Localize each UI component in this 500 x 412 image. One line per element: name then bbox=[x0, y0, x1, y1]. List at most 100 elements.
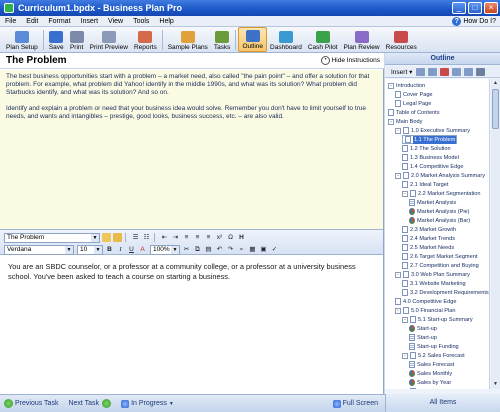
scroll-thumb[interactable] bbox=[492, 89, 499, 129]
outline-item[interactable]: Market Analysis (Pie) bbox=[409, 207, 470, 216]
outline-item[interactable]: 1.2 The Solution bbox=[402, 144, 451, 153]
outline-item[interactable]: Market Analysis bbox=[409, 198, 456, 207]
outline-item[interactable]: 2.6 Target Market Segment bbox=[402, 252, 477, 261]
dashboard-button[interactable]: Dashboard bbox=[267, 27, 305, 52]
reports-button[interactable]: Reports bbox=[131, 27, 160, 52]
outline-item[interactable]: - 5.3 Projected Profit and Loss bbox=[402, 387, 489, 389]
resources-button[interactable]: Resources bbox=[383, 27, 420, 52]
decrease-indent-icon[interactable]: ⇤ bbox=[160, 233, 169, 242]
outline-item[interactable]: Start-up Funding bbox=[409, 342, 459, 351]
outline-item[interactable]: - 2.2 Market Segmentation bbox=[402, 189, 481, 198]
copy-topic-icon[interactable] bbox=[428, 67, 438, 76]
collapse-toggle-icon[interactable]: - bbox=[402, 316, 408, 323]
bullet-list-icon[interactable]: ☷ bbox=[142, 233, 151, 242]
scroll-up-icon[interactable]: ▲ bbox=[492, 80, 499, 87]
insert-button[interactable]: Insert ▾ bbox=[391, 68, 412, 76]
hide-instructions-button[interactable]: ◔ Hide Instructions bbox=[320, 56, 380, 65]
plan-setup-button[interactable]: Plan Setup bbox=[3, 27, 41, 52]
align-left-icon[interactable]: ≡ bbox=[182, 233, 191, 242]
paste-icon[interactable]: ▤ bbox=[204, 245, 213, 254]
scroll-down-icon[interactable]: ▼ bbox=[492, 381, 499, 388]
cut-icon[interactable]: ✂ bbox=[182, 245, 191, 254]
all-items-button[interactable]: All Items bbox=[385, 394, 500, 412]
outline-item[interactable]: 2.7 Competition and Buying bbox=[402, 261, 479, 270]
previous-task-button[interactable]: Previous Task bbox=[4, 399, 58, 408]
full-screen-button[interactable]: Full Screen bbox=[332, 399, 378, 408]
bold-button[interactable]: B bbox=[105, 245, 114, 254]
outline-item[interactable]: 3.2 Development Requirements bbox=[402, 288, 489, 297]
outline-item[interactable]: Market Analysis (Bar) bbox=[409, 216, 470, 225]
outline-item[interactable]: 3.1 Website Marketing bbox=[402, 279, 466, 288]
delete-topic-icon[interactable] bbox=[440, 67, 450, 76]
collapse-toggle-icon[interactable]: - bbox=[395, 172, 401, 179]
numbered-list-icon[interactable]: ☰ bbox=[131, 233, 140, 242]
underline-button[interactable]: U bbox=[127, 245, 136, 254]
next-task-button[interactable]: Next Task bbox=[68, 399, 113, 408]
outline-item[interactable]: Start-up bbox=[409, 333, 437, 342]
align-right-icon[interactable]: ≡ bbox=[204, 233, 213, 242]
outline-item[interactable]: 1.4 Competitive Edge bbox=[402, 162, 463, 171]
outline-item[interactable]: Start-up bbox=[409, 324, 437, 333]
outline-item[interactable]: - 5.0 Financial Plan bbox=[395, 306, 455, 315]
print-button[interactable]: Print bbox=[67, 27, 87, 52]
how-do-i-link[interactable]: ? How Do I? bbox=[452, 16, 496, 26]
outline-item[interactable]: Sales Monthly bbox=[409, 369, 452, 378]
undo-icon[interactable]: ↶ bbox=[215, 245, 224, 254]
topic-properties-icon[interactable] bbox=[464, 67, 474, 76]
outline-item[interactable]: - 3.0 Web Plan Summary bbox=[395, 270, 470, 279]
menu-tools[interactable]: Tools bbox=[128, 18, 154, 25]
outline-menu-icon[interactable] bbox=[476, 67, 486, 76]
add-topic-icon[interactable] bbox=[416, 67, 426, 76]
outline-item[interactable]: - 1.0 Executive Summary bbox=[395, 126, 470, 135]
size-select[interactable]: 10 ▼ bbox=[77, 244, 103, 255]
outline-item[interactable]: Legal Page bbox=[395, 99, 431, 108]
outline-item[interactable]: 4.0 Competitive Edge bbox=[395, 297, 456, 306]
table-icon[interactable]: ▦ bbox=[248, 245, 257, 254]
align-center-icon[interactable]: ≡ bbox=[193, 233, 202, 242]
outline-scrollbar[interactable]: ▲ ▼ bbox=[491, 79, 500, 389]
outline-item[interactable]: 1.1 The Problem bbox=[402, 135, 458, 144]
font-color-icon[interactable]: A bbox=[138, 245, 147, 254]
collapse-toggle-icon[interactable]: - bbox=[395, 271, 401, 278]
folder-icon[interactable] bbox=[113, 233, 122, 242]
outline-item[interactable]: 2.1 Ideal Target bbox=[402, 180, 448, 189]
image-icon[interactable]: ▣ bbox=[259, 245, 268, 254]
tasks-button[interactable]: Tasks bbox=[211, 27, 234, 52]
plan-review-button[interactable]: Plan Review bbox=[340, 27, 382, 52]
collapse-toggle-icon[interactable]: - bbox=[388, 82, 394, 89]
omega-icon[interactable]: Ω bbox=[226, 233, 235, 242]
outline-item[interactable]: - Introduction bbox=[388, 81, 425, 90]
move-topic-icon[interactable] bbox=[452, 67, 462, 76]
close-button[interactable]: × bbox=[484, 2, 498, 14]
zoom-select[interactable]: 100% ▼ bbox=[150, 244, 180, 255]
text-editor[interactable]: You are an SBDC counselor, or a professo… bbox=[0, 256, 383, 394]
font-select[interactable]: Verdana ▼ bbox=[4, 244, 74, 255]
redo-icon[interactable]: ↷ bbox=[226, 245, 235, 254]
outline-item[interactable]: 2.4 Market Trends bbox=[402, 234, 455, 243]
menu-view[interactable]: View bbox=[103, 18, 128, 25]
collapse-toggle-icon[interactable]: - bbox=[388, 118, 394, 125]
outline-item[interactable]: - 5.1 Start-up Summary bbox=[402, 315, 473, 324]
heading-icon[interactable]: H bbox=[237, 233, 246, 242]
style-apply-icon[interactable] bbox=[102, 233, 111, 242]
menu-help[interactable]: Help bbox=[154, 18, 178, 25]
collapse-toggle-icon[interactable]: - bbox=[395, 307, 401, 314]
menu-edit[interactable]: Edit bbox=[21, 18, 43, 25]
cash-pilot-button[interactable]: Cash Pilot bbox=[305, 27, 341, 52]
minimize-button[interactable]: _ bbox=[452, 2, 466, 14]
copy-icon[interactable]: ⧉ bbox=[193, 245, 202, 254]
menu-file[interactable]: File bbox=[0, 18, 21, 25]
menu-insert[interactable]: Insert bbox=[76, 18, 104, 25]
italic-button[interactable]: I bbox=[116, 245, 125, 254]
maximize-button[interactable]: □ bbox=[468, 2, 482, 14]
outline-item[interactable]: Sales by Year bbox=[409, 378, 451, 387]
collapse-toggle-icon[interactable]: - bbox=[395, 127, 401, 134]
collapse-toggle-icon[interactable]: - bbox=[402, 190, 408, 197]
outline-item[interactable]: 1.3 Business Model bbox=[402, 153, 459, 162]
outline-item[interactable]: - 5.2 Sales Forecast bbox=[402, 351, 465, 360]
find-icon[interactable]: ⌕ bbox=[237, 245, 246, 254]
outline-item[interactable]: Cover Page bbox=[395, 90, 433, 99]
outline-button[interactable]: Outline bbox=[238, 27, 268, 52]
outline-item[interactable]: Sales Forecast bbox=[409, 360, 454, 369]
sample-plans-button[interactable]: Sample Plans bbox=[165, 27, 211, 52]
